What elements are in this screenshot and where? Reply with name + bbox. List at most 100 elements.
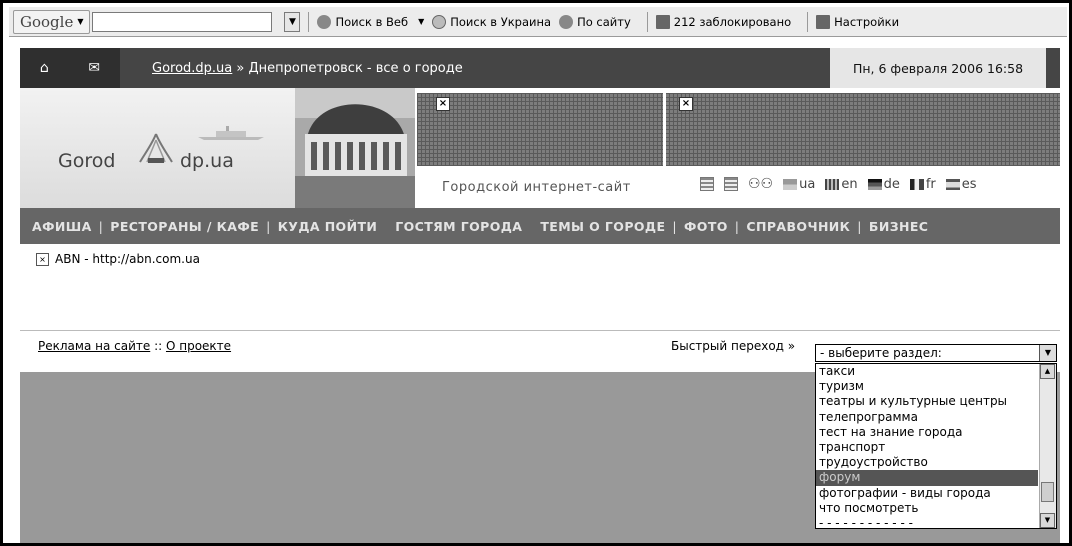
language-es-label: es — [961, 176, 977, 192]
google-menu-button[interactable]: Google ▼ — [13, 9, 91, 34]
footer-links: Реклама на сайте :: О проекте — [38, 339, 231, 353]
site-search-icon — [559, 14, 574, 29]
settings-label: Настройки — [834, 14, 900, 29]
scroll-down-icon[interactable]: ▼ — [1040, 513, 1055, 528]
popup-blocker-label: 212 заблокировано — [673, 14, 792, 29]
dropdown-scrollbar[interactable]: ▲ ▼ — [1039, 364, 1056, 528]
flag-es-icon — [945, 178, 960, 190]
language-fr-label: fr — [925, 176, 936, 192]
dropdown-option[interactable]: тест на знание города — [816, 425, 1038, 440]
main-nav: АФИША | РЕСТОРАНЫ / КАФЕ | КУДА ПОЙТИ ГОСТ… — [20, 208, 1060, 244]
chevron-down-icon[interactable]: ▼ — [1039, 345, 1056, 361]
site-banner: Gorod dp.ua × × Городской интернет-сайт … — [20, 88, 1060, 208]
broken-image-icon: × — [36, 252, 49, 266]
language-es[interactable]: es — [945, 176, 977, 192]
fountain-logo-icon — [139, 133, 173, 163]
google-search-input[interactable] — [92, 11, 273, 32]
nav-directory[interactable]: СПРАВОЧНИК — [746, 219, 850, 234]
quick-jump-label: Быстрый переход » — [671, 339, 796, 353]
language-de[interactable]: de — [867, 176, 900, 192]
nav-separator: | — [857, 218, 862, 234]
dropdown-option[interactable]: транспорт — [816, 440, 1038, 455]
dropdown-option[interactable]: что посмотреть — [816, 501, 1038, 516]
abn-banner[interactable]: × ABN - http://abn.com.ua — [36, 252, 200, 266]
breadcrumb-home-link[interactable]: Gorod.dp.ua — [152, 61, 232, 76]
search-history-dropdown[interactable]: ▼ — [284, 11, 301, 32]
binoculars-icon — [317, 14, 332, 29]
breadcrumb-current: » Днепропетровск - все о городе — [232, 60, 463, 76]
dropdown-option[interactable]: театры и культурные центры — [816, 394, 1038, 409]
scroll-up-icon[interactable]: ▲ — [1040, 364, 1055, 379]
dropdown-option[interactable]: такси — [816, 364, 1038, 379]
dropdown-option[interactable]: трудоустройство — [816, 455, 1038, 470]
language-ua[interactable]: ua — [783, 177, 815, 192]
nav-photo[interactable]: ФОТО — [684, 219, 728, 234]
site-logo[interactable]: Gorod dp.ua — [20, 88, 295, 208]
section-select[interactable]: - выберите раздел: ▼ — [815, 344, 1057, 362]
popup-blocker-button[interactable]: 212 заблокировано — [655, 14, 792, 29]
section-dropdown-list[interactable]: такси туризм театры и культурные центры тел… — [815, 363, 1057, 529]
nav-restaurants[interactable]: РЕСТОРАНЫ / КАФЕ — [110, 219, 259, 234]
ship-graphic — [198, 126, 264, 140]
current-date: Пн, 6 февраля 2006 16:58 — [830, 48, 1046, 88]
search-ukraine-button[interactable]: Поиск в Украина — [432, 14, 551, 29]
flag-de-icon — [867, 178, 882, 190]
toolbar-separator — [646, 11, 648, 32]
scrollbar-thumb[interactable] — [1041, 482, 1054, 502]
people-icon[interactable]: ⚇⚇ — [748, 176, 773, 192]
content-area: × ABN - http://abn.com.ua — [20, 244, 1060, 330]
dropdown-option[interactable]: туризм — [816, 379, 1038, 394]
nav-business[interactable]: БИЗНЕС — [869, 219, 928, 234]
google-logo: Google — [20, 12, 74, 31]
breadcrumb: Gorod.dp.ua » Днепропетровск - все о гор… — [152, 61, 463, 76]
print-icon[interactable] — [700, 177, 714, 191]
nav-separator: | — [266, 218, 271, 234]
language-de-label: de — [883, 176, 900, 192]
dropdown-option[interactable]: - - - - - - - - - - - - — [816, 516, 1038, 528]
language-en[interactable]: en — [825, 176, 858, 192]
search-web-button[interactable]: Поиск в Веб ▼ — [317, 14, 424, 29]
nav-afisha[interactable]: АФИША — [32, 219, 92, 234]
search-web-label: Поиск в Веб — [335, 14, 409, 29]
globe-icon — [432, 14, 447, 29]
ad-divider — [663, 93, 666, 166]
nav-where-to-go[interactable]: КУДА ПОЙТИ — [278, 219, 378, 234]
settings-button[interactable]: Настройки — [816, 14, 900, 29]
language-ua-label: ua — [799, 176, 816, 192]
settings-icon — [816, 14, 831, 29]
broken-image-icon: × — [679, 97, 693, 111]
broken-image-icon: × — [436, 97, 450, 111]
toolbar-separator — [807, 11, 809, 32]
language-en-label: en — [841, 176, 858, 192]
flag-ua-icon — [783, 178, 798, 190]
flag-en-icon — [825, 178, 840, 190]
dropdown-options: такси туризм театры и культурные центры тел… — [816, 364, 1038, 528]
advertising-link[interactable]: Реклама на сайте — [38, 339, 150, 353]
mail-icon[interactable]: ✉ — [88, 60, 100, 76]
language-fr[interactable]: fr — [909, 176, 936, 192]
nav-guests[interactable]: ГОСТЯМ ГОРОДА — [395, 219, 522, 234]
chevron-down-icon: ▼ — [77, 17, 84, 26]
sitemap-icon[interactable] — [724, 177, 738, 191]
abn-text: ABN - http://abn.com.ua — [55, 252, 200, 266]
nav-themes[interactable]: ТЕМЫ О ГОРОДЕ — [540, 219, 665, 234]
popup-block-icon — [655, 14, 670, 29]
home-icon[interactable]: ⌂ — [40, 60, 49, 76]
dropdown-option[interactable]: фотографии - виды города — [816, 486, 1038, 501]
nav-separator: | — [98, 218, 104, 234]
window-frame: Google ▼ ▼ Поиск в Веб ▼ Поиск в Украина… — [0, 0, 1072, 546]
google-toolbar: Google ▼ ▼ Поиск в Веб ▼ Поиск в Украина… — [9, 7, 1067, 37]
flag-fr-icon — [909, 178, 924, 190]
search-site-label: По сайту — [577, 14, 631, 29]
dropdown-option[interactable]: телепрограмма — [816, 410, 1038, 425]
city-photo — [295, 88, 415, 208]
site-tagline: Городской интернет-сайт — [442, 180, 631, 195]
dropdown-option[interactable]: форум — [816, 470, 1038, 486]
footer-separator: :: — [150, 339, 166, 353]
building-photo-graphic — [295, 88, 415, 208]
toolbar-separator — [308, 11, 310, 32]
ad-banners: × × — [417, 93, 1060, 166]
about-link[interactable]: О проекте — [166, 339, 231, 353]
search-site-button[interactable]: По сайту — [559, 14, 631, 29]
logo-text-right: dp.ua — [180, 150, 234, 172]
